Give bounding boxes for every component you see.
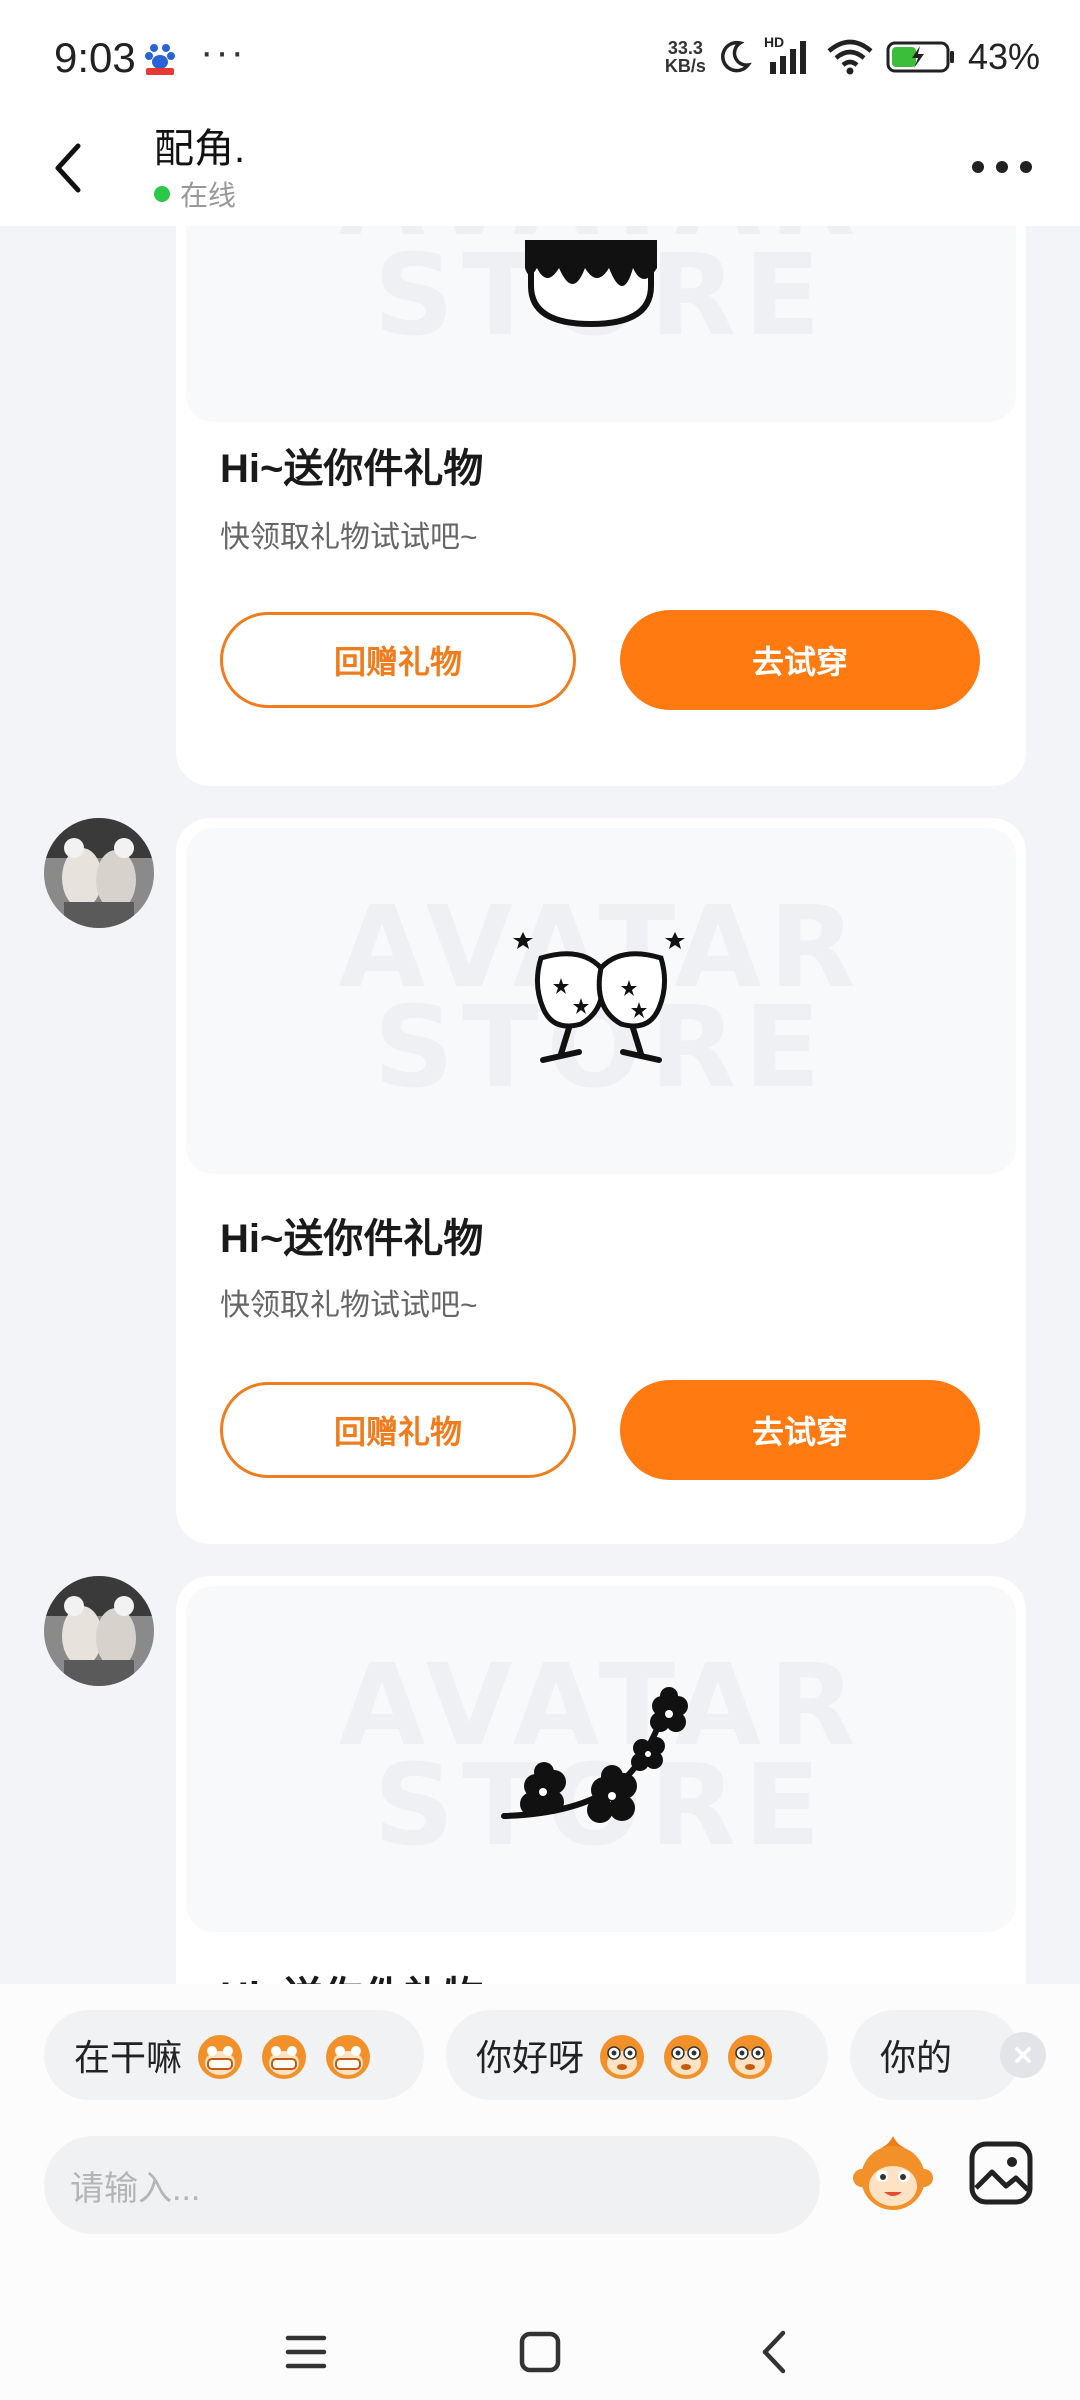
chat-header: 配角. 在线: [0, 112, 1080, 226]
message-input[interactable]: 请输入...: [44, 2136, 820, 2234]
baidu-app-icon: [144, 42, 176, 76]
system-nav-bar: [0, 2300, 1080, 2400]
status-time: 9:03: [54, 34, 136, 81]
back-nav-icon: [762, 2330, 786, 2374]
net-speed-value: 33.3: [667, 38, 703, 58]
gift-image-box: AVATAR STORE: [186, 1586, 1016, 1932]
monkey-face-icon: [728, 2035, 773, 2079]
grinning-monkey-icon: [262, 2035, 307, 2079]
gift-subtitle: 快领取礼物试试吧~: [220, 521, 478, 554]
online-dot: [154, 186, 170, 202]
dot-icon: [996, 161, 1008, 173]
gift-title: Hi~送你件礼物: [220, 447, 484, 491]
chat-screen: 9:03 ··· 33.3 KB/s HD 43% 配角. 在线 Hi~送你件礼…: [0, 0, 1080, 2400]
contact-name[interactable]: 配角.: [154, 116, 245, 174]
gift-message-card: AVATAR STORE Hi~送你件礼物 快领取礼物试试吧~ 回赠礼物 去试穿: [176, 818, 1026, 1544]
chevron-left-icon: [55, 143, 81, 193]
home-square-icon: [519, 2331, 561, 2373]
return-gift-button[interactable]: 回赠礼物: [220, 612, 576, 708]
sticker-button[interactable]: [850, 2132, 936, 2218]
quick-reply-chip[interactable]: 你的: [850, 2010, 1020, 2100]
cherry-blossom-icon: [501, 1687, 688, 1823]
cake-icon: [525, 240, 657, 328]
image-picker-button[interactable]: [966, 2138, 1036, 2208]
wine-glasses-icon: [513, 932, 685, 1063]
home-nav-button[interactable]: [510, 2322, 570, 2382]
monkey-face-icon: [664, 2035, 709, 2079]
gift-message-card: AVATAR STORE Hi~送你件礼物 快领取礼物试试吧~ 回赠礼物 去试穿: [176, 226, 1026, 786]
sender-avatar[interactable]: [44, 1576, 154, 1686]
image-icon: [969, 2141, 1033, 2205]
gift-image-box: AVATAR STORE: [186, 828, 1016, 1174]
grinning-monkey-icon: [198, 2035, 243, 2079]
monkey-face-icon: [600, 2035, 645, 2079]
moon-icon: [721, 40, 752, 73]
battery-percent: 43%: [967, 36, 1040, 77]
return-gift-button[interactable]: 回赠礼物: [220, 1382, 576, 1478]
back-nav-button[interactable]: [744, 2322, 804, 2382]
dot-icon: [1020, 161, 1032, 173]
gift-title: Hi~送你件礼物: [220, 1964, 483, 1984]
monkey-sticker-icon: [853, 2136, 933, 2210]
menu-nav-button[interactable]: [276, 2322, 336, 2382]
net-speed-unit: KB/s: [664, 56, 706, 76]
gift-title: Hi~送你件礼物: [220, 1217, 484, 1261]
try-on-button[interactable]: 去试穿: [620, 610, 980, 710]
grinning-monkey-icon: [326, 2035, 371, 2079]
quick-reply-chip[interactable]: 你好呀: [446, 2010, 828, 2100]
quick-reply-label: 你的: [880, 2037, 953, 2078]
back-button[interactable]: [50, 128, 110, 208]
dot-icon: [972, 161, 984, 173]
quick-reply-bar[interactable]: 在干嘛 你好呀 你的: [44, 2010, 1044, 2102]
quick-reply-label: 在干嘛: [74, 2037, 183, 2078]
online-status-text: 在线: [180, 180, 237, 211]
message-list[interactable]: AVATAR STORE Hi~送你件礼物 快领取礼物试试吧~ 回赠礼物 去试穿: [0, 226, 1080, 1984]
gift-subtitle: 快领取礼物试试吧~: [220, 1289, 478, 1322]
cell-signal-icon: HD: [764, 34, 814, 76]
try-on-button[interactable]: 去试穿: [620, 1380, 980, 1480]
menu-icon: [285, 2335, 327, 2369]
wifi-icon: [827, 39, 873, 75]
status-indicators: 33.3 KB/s HD 43%: [665, 34, 1040, 78]
online-status: 在线: [154, 174, 236, 214]
gift-message-card: AVATAR STORE Hi~送你件礼物: [176, 1576, 1026, 1984]
net-speed: 33.3 KB/s: [665, 39, 706, 75]
gift-image-box: AVATAR STORE: [186, 226, 1016, 422]
status-bar: 9:03 ··· 33.3 KB/s HD 43%: [0, 0, 1080, 112]
status-more-icon: ···: [200, 30, 246, 74]
more-options-button[interactable]: [972, 152, 1032, 182]
close-icon: [1015, 2047, 1031, 2063]
sender-avatar[interactable]: [44, 818, 154, 928]
quick-reply-label: 你好呀: [476, 2037, 585, 2078]
battery-icon: [886, 41, 954, 73]
close-quick-replies-button[interactable]: [1000, 2032, 1046, 2078]
quick-reply-chip[interactable]: 在干嘛: [44, 2010, 424, 2100]
